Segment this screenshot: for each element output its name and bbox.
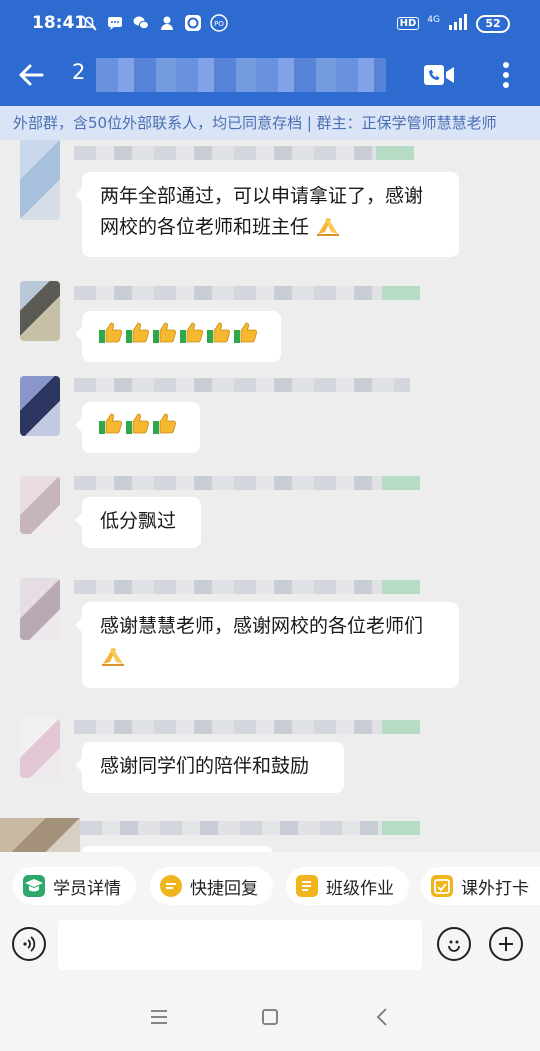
message-icon (106, 14, 124, 32)
message-text: 低分飘过 (100, 510, 177, 532)
thumbs-up-group (98, 411, 177, 436)
quick-action-label: 班级作业 (326, 878, 394, 899)
bell-muted-icon (80, 14, 98, 32)
title-bar: 2 (0, 48, 540, 106)
battery-indicator: 52 (476, 14, 510, 33)
avatar[interactable] (20, 281, 60, 341)
signal-icon (448, 14, 468, 33)
pray-icon (102, 648, 124, 666)
homework-icon (296, 875, 318, 897)
quick-action-label: 快捷回复 (190, 878, 258, 899)
avatar[interactable] (20, 578, 60, 640)
checkin-button[interactable]: 课外打卡 (421, 867, 540, 905)
thumbs-up-group (98, 320, 258, 345)
message-bubble[interactable] (75, 311, 281, 362)
avatar[interactable] (0, 818, 80, 852)
message-bubble[interactable] (75, 402, 200, 453)
message-bubble[interactable]: 低分飘过 (75, 497, 201, 548)
arrow-left-icon[interactable] (14, 58, 48, 92)
quick-action-label: 学员详情 (53, 878, 121, 899)
thumbs-up-icon (98, 411, 123, 436)
sender-name-redacted (74, 378, 410, 392)
notification-icons: PO (80, 14, 228, 32)
class-homework-button[interactable]: 班级作业 (286, 867, 409, 905)
thumbs-up-icon (125, 411, 150, 436)
sender-name-redacted (80, 821, 420, 835)
chat-title: 2 (72, 60, 86, 84)
thumbs-up-icon (152, 320, 177, 345)
sender-name-redacted (74, 580, 420, 594)
app-icon (184, 14, 202, 32)
message-bubble[interactable]: 感谢同学们的陪伴和鼓励 (75, 742, 344, 793)
person-icon (158, 14, 176, 32)
system-icons: HD 4G 52 (396, 14, 510, 33)
thumbs-up-icon (206, 320, 231, 345)
quick-action-label: 课外打卡 (461, 878, 529, 899)
avatar[interactable] (20, 476, 60, 534)
student-icon (23, 875, 45, 897)
menu-icon[interactable] (144, 1002, 174, 1032)
quick-reply-button[interactable]: 快捷回复 (150, 867, 273, 905)
status-time: 18:41 (32, 13, 87, 33)
message-text: 感谢同学们的陪伴和鼓励 (100, 755, 310, 777)
video-camera-icon[interactable] (422, 62, 456, 88)
message-bubble[interactable]: 两年全部通过，可以申请拿证了，感谢网校的各位老师和班主任 (75, 172, 459, 257)
thumbs-up-icon (179, 320, 204, 345)
checkin-icon (431, 875, 453, 897)
voice-icon[interactable] (12, 927, 46, 961)
hd-badge: HD (396, 17, 420, 30)
quick-reply-icon (160, 875, 182, 897)
back-icon[interactable] (368, 1002, 398, 1032)
svg-text:PO: PO (214, 20, 224, 28)
pray-icon (317, 218, 340, 236)
navigation-bar (0, 982, 540, 1051)
input-bar (0, 920, 540, 982)
message-input[interactable] (58, 920, 422, 970)
sender-name-redacted (74, 146, 414, 160)
more-vertical-icon[interactable] (494, 58, 518, 92)
app-badge-icon: PO (210, 14, 228, 32)
status-bar: 18:41 PO HD 4G 52 (0, 0, 540, 48)
emoji-icon[interactable] (437, 927, 471, 961)
sender-name-redacted (74, 286, 420, 300)
add-icon[interactable] (489, 927, 523, 961)
wechat-icon (132, 14, 150, 32)
avatar[interactable] (20, 140, 60, 220)
group-notice[interactable]: 外部群，含50位外部联系人，均已同意存档 | 群主：正保学管师慧慧老师 (0, 106, 540, 140)
network-type: 4G (427, 14, 440, 25)
home-icon[interactable] (255, 1002, 285, 1032)
message-text: 两年全部通过，可以申请拿证了，感谢网校的各位老师和班主任 (100, 185, 424, 238)
chat-title-redacted (96, 58, 386, 92)
quick-actions-bar: 学员详情 快捷回复 班级作业 课外打卡 (0, 852, 540, 920)
avatar[interactable] (20, 718, 60, 778)
message-text: 感谢慧慧老师，感谢网校的各位老师们 (100, 615, 424, 637)
thumbs-up-icon (125, 320, 150, 345)
thumbs-up-icon (98, 320, 123, 345)
thumbs-up-icon (152, 411, 177, 436)
sender-name-redacted (74, 476, 420, 490)
avatar[interactable] (20, 376, 60, 436)
thumbs-up-icon (233, 320, 258, 345)
sender-name-redacted (74, 720, 420, 734)
student-details-button[interactable]: 学员详情 (13, 867, 136, 905)
message-bubble[interactable]: 感谢慧慧老师，感谢网校的各位老师们 (75, 602, 459, 688)
